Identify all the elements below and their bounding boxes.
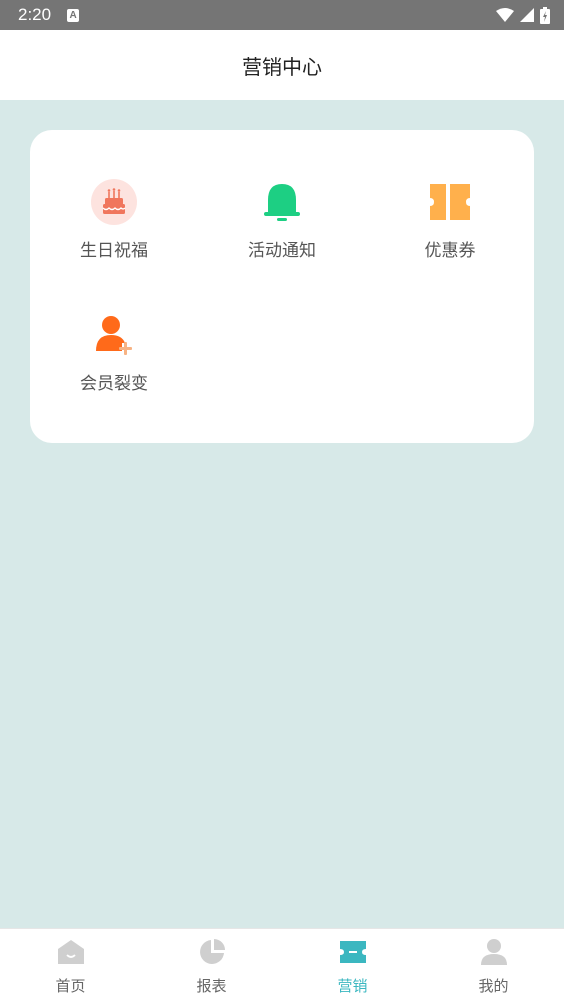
status-time: 2:20	[18, 5, 52, 24]
home-icon	[56, 937, 86, 967]
status-left: 2:20 A	[18, 5, 80, 25]
tab-label-home: 首页	[55, 977, 86, 995]
battery-icon	[540, 6, 550, 24]
a-icon: A	[67, 8, 80, 22]
status-icons	[496, 6, 550, 24]
wifi-icon	[496, 8, 514, 22]
signal-icon	[520, 8, 534, 22]
grid-label-member-referral: 会员裂变	[80, 374, 148, 394]
header: 营销中心	[0, 30, 564, 100]
grid-item-coupon[interactable]: 优惠券	[366, 178, 534, 288]
grid-item-birthday[interactable]: 生日祝福	[30, 178, 198, 288]
tab-marketing[interactable]: 营销	[282, 929, 423, 1002]
user-icon	[479, 937, 509, 967]
pie-chart-icon	[197, 937, 227, 967]
bottom-tab-bar: 首页 报表 营销 我的	[0, 928, 564, 1002]
tab-report[interactable]: 报表	[141, 929, 282, 1002]
tab-home[interactable]: 首页	[0, 929, 141, 1002]
grid-item-notification[interactable]: 活动通知	[198, 178, 366, 288]
marketing-card: 生日祝福 活动通知 优惠券 会员裂变	[30, 130, 534, 443]
status-bar: 2:20 A	[0, 0, 564, 30]
coupon-icon	[426, 178, 474, 226]
grid-label-birthday: 生日祝福	[80, 241, 148, 261]
tab-mine[interactable]: 我的	[423, 929, 564, 1002]
birthday-cake-icon	[90, 178, 138, 226]
grid-item-member-referral[interactable]: 会员裂变	[30, 311, 198, 421]
tab-label-report: 报表	[196, 977, 227, 995]
ticket-icon	[338, 937, 368, 967]
tab-label-marketing: 营销	[337, 977, 368, 995]
grid-label-notification: 活动通知	[248, 241, 316, 261]
page-title: 营销中心	[242, 54, 322, 79]
member-add-icon	[90, 311, 138, 359]
bell-icon	[258, 178, 306, 226]
grid-label-coupon: 优惠券	[424, 241, 476, 261]
tab-label-mine: 我的	[478, 977, 509, 995]
